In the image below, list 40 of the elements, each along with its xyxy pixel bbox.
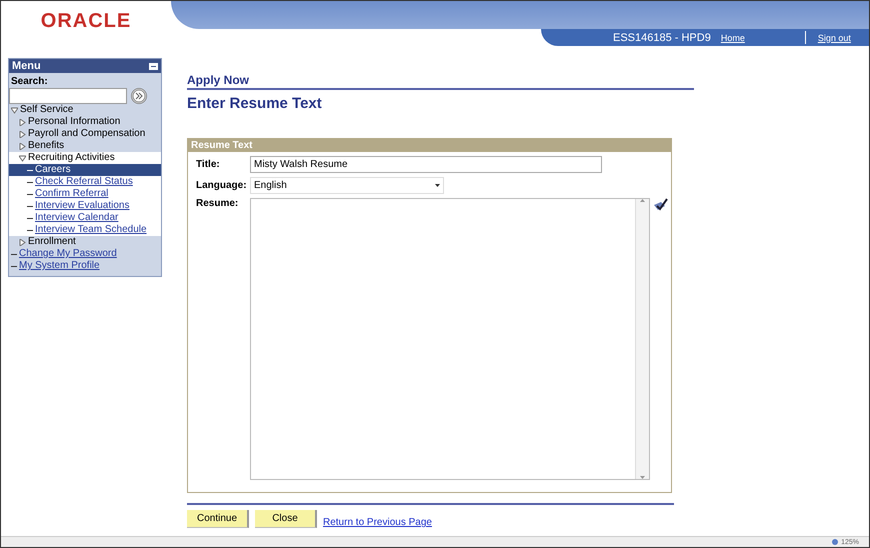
sign-out-link[interactable]: Sign out [818,32,851,42]
menu-folder[interactable]: Enrollment [28,236,76,248]
expanded-arrow-icon[interactable] [19,154,26,162]
menu-link[interactable]: My System Profile [19,260,100,272]
zoom-icon[interactable] [832,539,838,545]
server-name: ESS146185 - HPD9 [613,32,711,44]
field-label: Language: [196,180,248,191]
menu-link[interactable]: Interview Team Schedule [35,224,147,236]
search-label: Search: [10,75,49,88]
menu-link[interactable]: Change My Password [19,248,117,260]
search-field[interactable] [9,88,127,104]
menu-folder[interactable]: Payroll and Compensation [28,128,146,140]
go-icon[interactable] [131,88,147,104]
scroll-down-icon[interactable] [640,476,645,479]
menu-folder[interactable]: Personal Information [28,116,120,128]
dropdown-arrow-icon[interactable] [435,184,440,187]
home-link[interactable]: Home [720,32,745,42]
field-label: Resume: [196,198,240,209]
menu-folder[interactable]: Self Service [20,104,74,116]
menu-folder[interactable]: Benefits [28,140,64,152]
menu-link[interactable]: Confirm Referral [35,188,108,200]
collapsed-arrow-icon[interactable] [19,238,26,246]
field-label: Title: [196,159,221,170]
panel-title: Resume Text [188,139,671,152]
action-button[interactable]: Continue [187,510,249,528]
title-field[interactable]: Misty Walsh Resume [250,156,602,173]
logo: ORACLE [40,8,132,34]
resume-field[interactable] [250,198,650,480]
return-link[interactable]: Return to Previous Page [323,517,432,528]
language-dropdown[interactable]: English [250,177,444,194]
scroll-up-icon[interactable] [640,199,645,202]
minimize-icon[interactable] [149,62,158,70]
menu-link[interactable]: Interview Evaluations [35,200,130,212]
expanded-arrow-icon[interactable] [11,106,18,114]
page-title: Enter Resume Text [187,95,323,112]
breadcrumb: Apply Now [187,73,694,90]
menu-link[interactable]: Check Referral Status [35,176,133,188]
action-button[interactable]: Close [255,510,317,528]
menu-link[interactable]: Interview Calendar [35,212,118,224]
menu-title: Menu [12,60,41,72]
